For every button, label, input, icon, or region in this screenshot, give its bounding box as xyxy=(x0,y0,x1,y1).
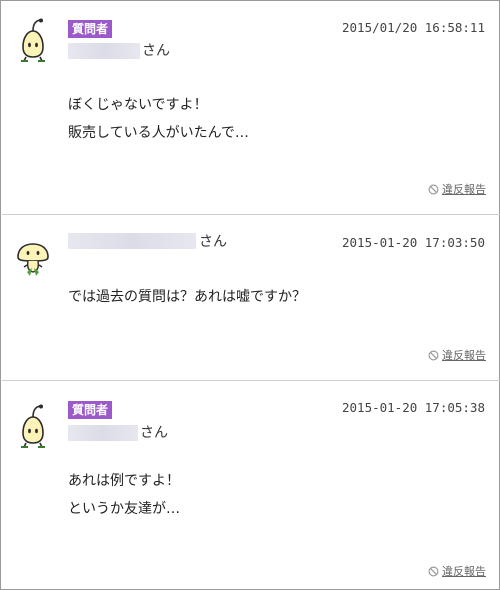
no-entry-icon xyxy=(428,184,439,194)
report-label: 違反報告 xyxy=(442,565,486,578)
report-violation-link[interactable]: 違反報告 xyxy=(428,181,486,197)
post-divider xyxy=(2,380,500,381)
post-body-line: 販売している人がいたんで… xyxy=(68,125,249,141)
post-timestamp: 2015-01-20 17:05:38 xyxy=(342,400,485,415)
post-timestamp: 2015-01-20 17:03:50 xyxy=(342,235,485,250)
honorific-label: さん xyxy=(140,425,168,441)
report-label: 違反報告 xyxy=(442,183,486,196)
post-body: では過去の質問は？あれは嘘ですか？ xyxy=(68,283,306,311)
asker-badge: 質問者 xyxy=(68,20,113,38)
username-redacted[interactable] xyxy=(68,425,138,441)
honorific-label: さん xyxy=(199,234,227,250)
report-violation-link[interactable]: 違反報告 xyxy=(428,563,486,579)
sprout-character-icon xyxy=(15,17,51,63)
post-body-line: では過去の質問は？あれは嘘ですか？ xyxy=(68,289,306,305)
post-body-line: というか友達が… xyxy=(68,501,180,517)
no-entry-icon xyxy=(428,350,439,360)
post-body: あれは例ですよ！ というか友達が… xyxy=(68,467,180,523)
no-entry-icon xyxy=(428,566,439,576)
post-body: ぼくじゃないですよ！ 販売している人がいたんで… xyxy=(68,91,249,147)
report-label: 違反報告 xyxy=(442,349,486,362)
post-body-line: あれは例ですよ！ xyxy=(68,473,180,489)
sprout-character-icon xyxy=(15,403,51,449)
answer-thread: 質問者 さん 2015/01/20 16:58:11 ぼくじゃないですよ！ 販売… xyxy=(0,0,500,590)
username-redacted[interactable] xyxy=(68,233,196,249)
asker-badge: 質問者 xyxy=(68,401,113,419)
username-redacted[interactable] xyxy=(68,43,140,59)
post-divider xyxy=(2,214,500,215)
honorific-label: さん xyxy=(142,43,170,59)
post-body-line: ぼくじゃないですよ！ xyxy=(68,97,208,113)
mushroom-character-icon xyxy=(15,241,51,287)
report-violation-link[interactable]: 違反報告 xyxy=(428,347,486,363)
post-timestamp: 2015/01/20 16:58:11 xyxy=(342,20,485,35)
